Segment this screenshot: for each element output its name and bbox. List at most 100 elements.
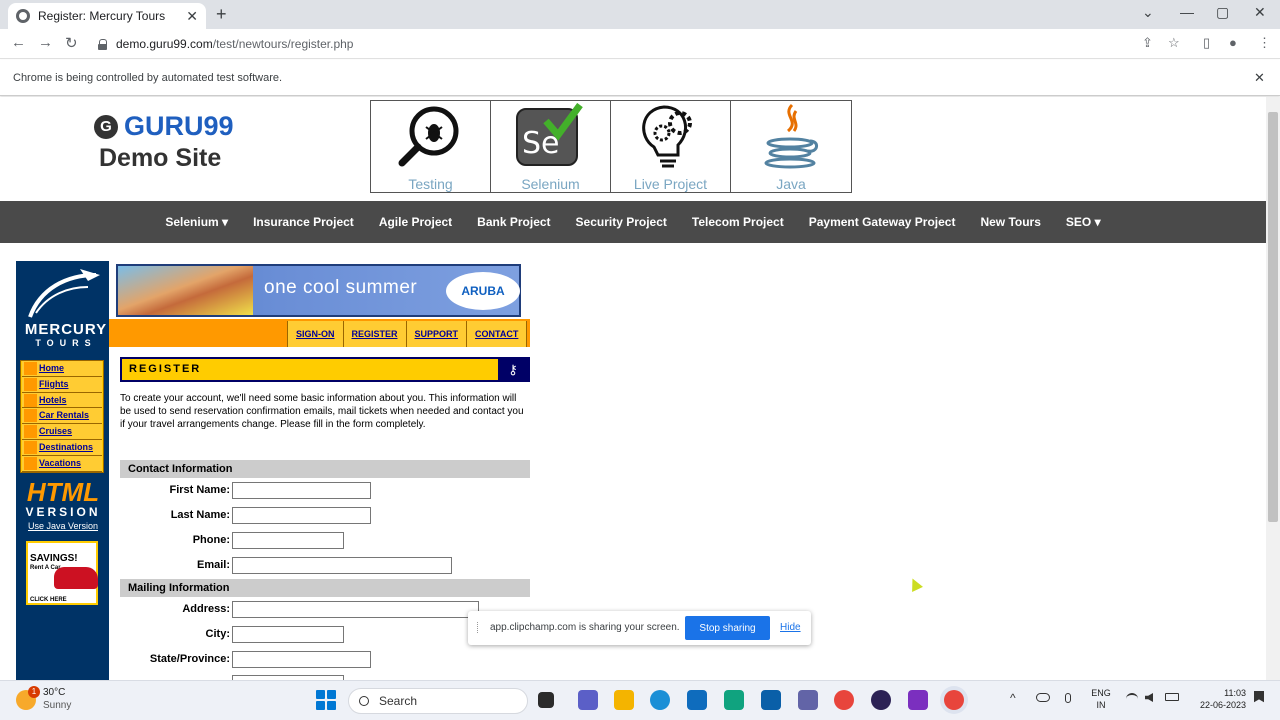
chrome-active-app-icon[interactable] (944, 690, 964, 710)
nav-payment-gateway-project[interactable]: Payment Gateway Project (809, 215, 956, 229)
state-label: State/Province: (149, 653, 230, 665)
task-view-icon[interactable] (538, 692, 554, 708)
address-input[interactable] (232, 601, 479, 618)
maximize-button[interactable]: ▢ (1216, 4, 1229, 21)
course-selenium[interactable]: Se Selenium (491, 101, 611, 192)
first-name-input[interactable] (232, 482, 371, 499)
minimize-button[interactable]: — (1180, 4, 1194, 20)
demo-site-title: Demo Site (99, 144, 222, 172)
course-testing[interactable]: Testing (371, 101, 491, 192)
nav-security-project[interactable]: Security Project (576, 215, 667, 229)
automation-infobar: Chrome is being controlled by automated … (0, 60, 1280, 96)
drag-handle-icon[interactable] (477, 622, 479, 633)
infobar-close-icon[interactable]: ✕ (1254, 70, 1265, 86)
chrome-menu-icon[interactable]: ⋮ (1258, 35, 1271, 51)
guru99-logo[interactable]: G GURU99 Demo Site (94, 111, 244, 173)
last-name-input[interactable] (232, 507, 371, 524)
side-link-vacations[interactable]: Vacations (22, 455, 102, 472)
top-link-support[interactable]: SUPPORT (406, 321, 468, 347)
nav-selenium[interactable]: Selenium ▾ (165, 215, 228, 229)
eclipse-app-icon[interactable] (871, 690, 891, 710)
close-window-button[interactable]: ✕ (1254, 4, 1266, 21)
start-button[interactable] (316, 690, 336, 710)
taskbar-search[interactable]: Search (348, 688, 528, 714)
microphone-icon[interactable] (1065, 693, 1071, 703)
state-row: State/Province: (120, 650, 230, 670)
l-app-icon[interactable] (724, 690, 744, 710)
state-input[interactable] (232, 651, 371, 668)
url-host: demo.guru99.com (116, 37, 213, 51)
guru99-logo-text: GURU99 (124, 111, 234, 141)
notification-badge: 1 (28, 686, 40, 698)
rent-a-car-ad[interactable]: SAVINGS! Rent A Car CLICK HERE (26, 541, 98, 605)
nav-seo[interactable]: SEO ▾ (1066, 215, 1101, 229)
nav-new-tours[interactable]: New Tours (980, 215, 1040, 229)
click-here-text: CLICK HERE (30, 597, 67, 603)
side-link-home[interactable]: Home (22, 361, 102, 377)
course-label: Live Project (633, 176, 708, 192)
nav-agile-project[interactable]: Agile Project (379, 215, 452, 229)
guru99-main-nav: Selenium ▾ Insurance Project Agile Proje… (0, 201, 1266, 243)
language-code: ENG (1091, 688, 1111, 698)
stop-sharing-button[interactable]: Stop sharing (685, 616, 770, 640)
profile-icon[interactable]: ● (1229, 35, 1237, 50)
address-row: Address: (120, 600, 230, 620)
last-name-row: Last Name: (120, 506, 230, 526)
taskbar-clock[interactable]: 11:03 22-06-2023 (1196, 687, 1246, 711)
tab-search-chevron-icon[interactable]: ⌄ (1142, 4, 1154, 21)
first-name-label: First Name: (169, 484, 230, 496)
edge-browser-icon[interactable] (650, 690, 670, 710)
weather-widget[interactable]: 1 30°C Sunny (16, 686, 106, 714)
battery-icon[interactable] (1165, 693, 1179, 701)
mercury-tours-logo[interactable]: MERCURY TOURS (22, 265, 106, 349)
email-input[interactable] (232, 557, 452, 574)
side-link-hotels[interactable]: Hotels (22, 392, 102, 409)
teams-app-icon[interactable] (798, 690, 818, 710)
page-scrollbar-thumb[interactable] (1268, 112, 1278, 522)
side-link-destinations[interactable]: Destinations (22, 439, 102, 456)
file-explorer-icon[interactable] (614, 690, 634, 710)
nav-telecom-project[interactable]: Telecom Project (692, 215, 784, 229)
phone-input[interactable] (232, 532, 344, 549)
browser-tab[interactable]: Register: Mercury Tours ✕ (8, 3, 206, 29)
tray-overflow-chevron-icon[interactable]: ^ (1010, 691, 1016, 705)
city-label: City: (205, 628, 230, 640)
tab-close-icon[interactable]: ✕ (186, 8, 198, 25)
forward-button[interactable]: → (38, 34, 53, 51)
nav-bank-project[interactable]: Bank Project (477, 215, 550, 229)
bookmark-star-icon[interactable]: ☆ (1168, 35, 1180, 51)
top-link-sign-on[interactable]: SIGN-ON (288, 321, 344, 347)
course-label: Java (776, 176, 806, 192)
use-java-version-link[interactable]: Use Java Version (18, 521, 108, 531)
java-cup-icon (764, 103, 818, 169)
summer-banner[interactable]: one cool summer ARUBA (116, 264, 521, 317)
new-tab-button[interactable]: + (216, 4, 227, 25)
address-label: Address: (182, 603, 230, 615)
chrome-app-icon[interactable] (834, 690, 854, 710)
side-panel-icon[interactable]: ▯ (1203, 35, 1210, 51)
share-icon[interactable]: ⇪ (1142, 35, 1153, 51)
back-button[interactable]: ← (11, 34, 26, 51)
onedrive-icon[interactable] (1036, 693, 1050, 702)
clipchamp-app-icon[interactable] (908, 690, 928, 710)
wifi-icon[interactable] (1126, 693, 1138, 701)
phone-label: Phone: (192, 534, 230, 546)
city-input[interactable] (232, 626, 344, 643)
nav-insurance-project[interactable]: Insurance Project (253, 215, 354, 229)
top-link-contact[interactable]: CONTACT (467, 321, 528, 347)
top-link-register[interactable]: REGISTER (343, 321, 407, 347)
chat-app-icon[interactable] (578, 690, 598, 710)
html-version-title: HTML (26, 477, 100, 507)
mail-app-icon[interactable] (687, 690, 707, 710)
side-link-flights[interactable]: Flights (22, 376, 102, 393)
course-java[interactable]: Java (731, 101, 851, 192)
store-app-icon[interactable] (761, 690, 781, 710)
language-indicator[interactable]: ENG IN (1090, 687, 1112, 711)
address-bar[interactable]: demo.guru99.com /test/newtours/register.… (92, 33, 1132, 55)
course-live-project[interactable]: Live Project (611, 101, 731, 192)
hide-share-bar-link[interactable]: Hide (780, 622, 801, 633)
course-banners: Testing Se Selenium Live Project Java (370, 100, 852, 193)
reload-button[interactable]: ↻ (65, 34, 78, 52)
side-link-cruises[interactable]: Cruises (22, 424, 102, 440)
side-link-car-rentals[interactable]: Car Rentals (22, 408, 102, 425)
